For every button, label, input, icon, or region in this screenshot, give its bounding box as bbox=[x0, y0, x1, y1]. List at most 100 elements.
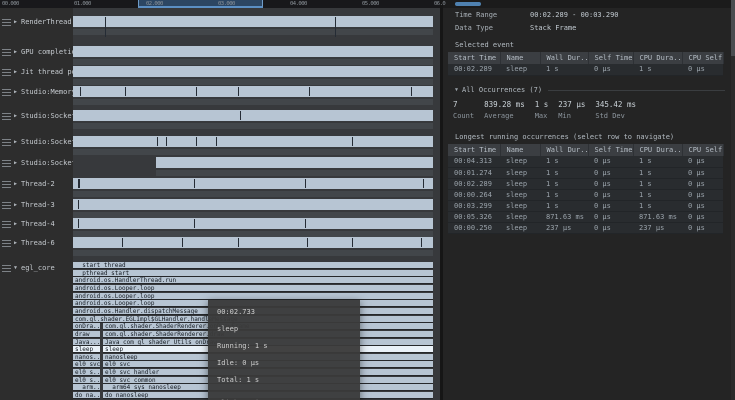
thread-substate-strip-gpu-completion[interactable] bbox=[73, 59, 433, 65]
flame-block-1-main[interactable]: __pthread_start bbox=[73, 270, 433, 277]
trace-event-mark[interactable] bbox=[239, 111, 241, 120]
trace-event-mark[interactable] bbox=[335, 17, 337, 37]
expand-arrow-icon[interactable]: ▶ bbox=[14, 160, 21, 166]
table-row[interactable]: 00:05.326 sleep 871.63 ms 0 µs 871.63 ms 0 µs bbox=[448, 211, 723, 223]
flame-block-3-main[interactable]: android.os.Looper.loop bbox=[73, 285, 433, 292]
trace-event-mark[interactable] bbox=[104, 17, 106, 37]
timeline-ruler[interactable]: 00.000 01.000 02.000 03.000 04.000 05.000 06.0 bbox=[0, 0, 446, 8]
drag-handle-icon[interactable] bbox=[2, 220, 11, 228]
trace-event-mark[interactable] bbox=[157, 137, 159, 146]
flame-block-4-main[interactable]: android.os.Looper.loop bbox=[73, 293, 433, 300]
table-row[interactable]: 00:04.313 sleep 1 s0 µs 1 s0 µs bbox=[448, 156, 723, 168]
collapse-arrow-icon[interactable]: ▼ bbox=[455, 87, 462, 93]
thread-state-bar-studio-memoryag[interactable] bbox=[73, 86, 433, 97]
thread-substate-strip-studio-socket-1[interactable] bbox=[73, 123, 433, 129]
flame-block-12-short[interactable]: nanos... bbox=[73, 354, 100, 361]
expand-arrow-icon[interactable]: ▶ bbox=[14, 202, 21, 208]
table-row[interactable]: 00:03.299 sleep 1 s0 µs 1 s0 µs bbox=[448, 200, 723, 212]
column-header[interactable]: Start Time bbox=[448, 144, 501, 156]
track-row-thread-6[interactable]: ▶ Thread-6 bbox=[0, 238, 55, 248]
drag-handle-icon[interactable] bbox=[2, 112, 11, 120]
trace-event-mark[interactable] bbox=[181, 238, 183, 247]
trace-event-mark[interactable] bbox=[238, 238, 240, 247]
drag-handle-icon[interactable] bbox=[2, 180, 11, 188]
column-header[interactable]: CPU Self... bbox=[682, 52, 724, 64]
expand-arrow-icon[interactable]: ▶ bbox=[14, 19, 21, 25]
track-row-jit-thread-pool[interactable]: ▶Jit thread pool bbox=[0, 67, 73, 77]
trace-event-mark[interactable] bbox=[411, 87, 413, 96]
thread-substate-strip-thread-6[interactable] bbox=[73, 250, 433, 256]
thread-state-bar-jit-thread-pool[interactable] bbox=[73, 66, 433, 77]
panel-scroll-thumb[interactable] bbox=[455, 2, 481, 6]
drag-handle-icon[interactable] bbox=[2, 18, 11, 26]
expand-arrow-icon[interactable]: ▶ bbox=[14, 240, 21, 246]
all-occurrences-header[interactable]: ▼ All Occurrences (7) bbox=[455, 86, 725, 94]
drag-handle-icon[interactable] bbox=[2, 88, 11, 96]
trace-event-mark[interactable] bbox=[78, 219, 80, 228]
track-row-studio-socket-1[interactable]: ▶ Studio:Socket bbox=[0, 111, 73, 121]
trace-event-mark[interactable] bbox=[193, 179, 195, 188]
trace-event-mark[interactable] bbox=[351, 137, 353, 146]
track-row-egl-core[interactable]: ▼ egl_core bbox=[0, 263, 55, 273]
trace-event-mark[interactable] bbox=[421, 238, 423, 247]
column-header[interactable]: Wall Dur... bbox=[540, 52, 589, 64]
expand-arrow-icon[interactable]: ▶ bbox=[14, 69, 21, 75]
column-header[interactable]: CPU Dura... bbox=[633, 52, 683, 64]
trace-event-mark[interactable] bbox=[165, 137, 167, 146]
drag-handle-icon[interactable] bbox=[2, 159, 11, 167]
thread-substate-strip-thread-2[interactable] bbox=[73, 191, 433, 197]
column-header[interactable]: Self Time bbox=[588, 144, 634, 156]
drag-handle-icon[interactable] bbox=[2, 138, 11, 146]
thread-substate-strip-studio-memoryag[interactable] bbox=[73, 99, 433, 105]
track-row-gpu-completion[interactable]: ▶GPU completion bbox=[0, 47, 73, 57]
thread-substate-strip-studio-socket-3[interactable] bbox=[156, 170, 433, 176]
column-header[interactable]: Start Time bbox=[448, 52, 501, 64]
trace-event-mark[interactable] bbox=[238, 87, 240, 96]
trace-event-mark[interactable] bbox=[124, 87, 126, 96]
trace-event-mark[interactable] bbox=[307, 238, 309, 247]
flame-block-15-short[interactable]: el0_s... bbox=[73, 377, 100, 384]
thread-state-bar-thread-3[interactable] bbox=[73, 199, 433, 210]
expand-arrow-icon[interactable]: ▶ bbox=[14, 181, 21, 187]
flame-block-13-short[interactable]: el0_svc bbox=[73, 361, 100, 368]
drag-handle-icon[interactable] bbox=[2, 239, 11, 247]
trace-event-mark[interactable] bbox=[195, 137, 197, 146]
table-row[interactable]: 00:02.289 sleep 1 s0 µs 1 s0 µs bbox=[448, 64, 723, 76]
track-row-renderthread[interactable]: ▶ RenderThread bbox=[0, 17, 72, 27]
column-header[interactable]: CPU Dura... bbox=[633, 144, 683, 156]
trace-event-mark[interactable] bbox=[79, 87, 81, 96]
trace-event-mark[interactable] bbox=[193, 219, 195, 228]
thread-state-bar-thread-2[interactable] bbox=[73, 178, 433, 189]
track-row-thread-2[interactable]: ▶ Thread-2 bbox=[0, 179, 55, 189]
trace-event-mark[interactable] bbox=[305, 219, 307, 228]
thread-state-bar-studio-socket-1[interactable] bbox=[73, 110, 433, 121]
thread-state-bar-gpu-completion[interactable] bbox=[73, 46, 433, 57]
trace-event-mark[interactable] bbox=[195, 87, 197, 96]
trace-event-mark[interactable] bbox=[351, 238, 353, 247]
trace-event-mark[interactable] bbox=[216, 137, 218, 146]
track-row-thread-3[interactable]: ▶ Thread-3 bbox=[0, 200, 55, 210]
flame-block-14-short[interactable]: el0_s... bbox=[73, 369, 100, 376]
thread-state-bar-studio-socket-2[interactable] bbox=[73, 136, 433, 147]
flame-block-16-short[interactable]: __arm... bbox=[73, 384, 100, 391]
drag-handle-icon[interactable] bbox=[2, 68, 11, 76]
flame-block-10-short[interactable]: Java... bbox=[73, 339, 100, 346]
flame-block-11-short[interactable]: sleep bbox=[73, 346, 100, 353]
track-row-thread-4[interactable]: ▶ Thread-4 bbox=[0, 219, 55, 229]
trace-event-mark[interactable] bbox=[423, 179, 425, 188]
table-row[interactable]: 00:01.274 sleep 1 s0 µs 1 s0 µs bbox=[448, 167, 723, 179]
expand-arrow-icon[interactable]: ▶ bbox=[14, 89, 21, 95]
expand-arrow-icon[interactable]: ▶ bbox=[14, 139, 21, 145]
table-row[interactable]: 00:02.289 sleep 1 s0 µs 1 s0 µs bbox=[448, 178, 723, 190]
panel-scroll-track[interactable] bbox=[443, 0, 735, 8]
table-row[interactable]: 00:00.264 sleep 1 s0 µs 1 s0 µs bbox=[448, 189, 723, 201]
trace-event-mark[interactable] bbox=[309, 87, 311, 96]
window-scrollbar-thumb[interactable] bbox=[731, 0, 735, 56]
window-scrollbar-track[interactable] bbox=[731, 0, 735, 400]
table-row[interactable]: 00:00.250 sleep 237 µs 0 µs 237 µs 0 µs bbox=[448, 222, 723, 234]
column-header[interactable]: Self Time bbox=[588, 52, 634, 64]
thread-substate-strip-renderthread[interactable] bbox=[73, 29, 433, 35]
expand-arrow-icon[interactable]: ▶ bbox=[14, 221, 21, 227]
track-row-studio-socket-2[interactable]: ▶ Studio:Socket bbox=[0, 137, 73, 147]
thread-state-bar-renderthread[interactable] bbox=[73, 16, 433, 37]
